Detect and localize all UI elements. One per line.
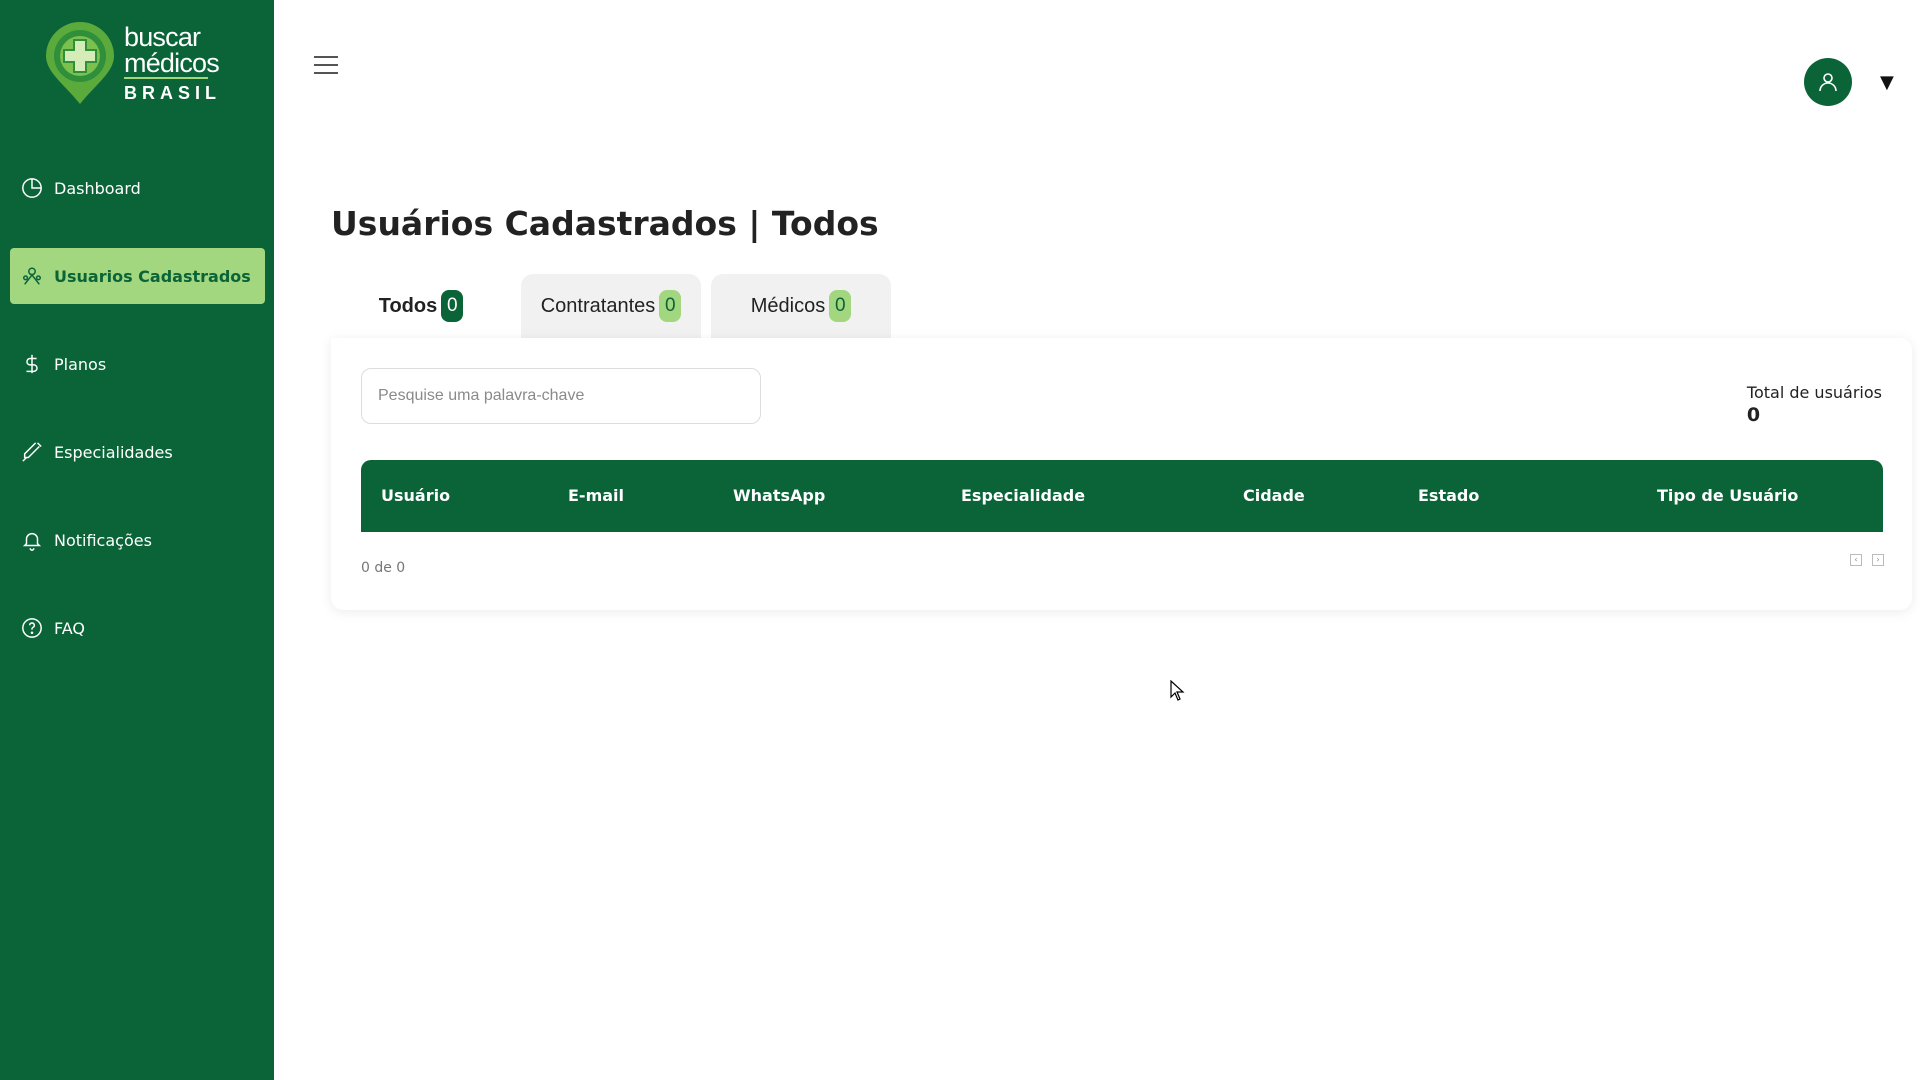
prev-page-icon[interactable]: ‹ — [1850, 554, 1862, 566]
pagination-count: 0 de 0 — [361, 560, 406, 576]
brand-line3: BRASIL — [124, 83, 221, 103]
tab-todos[interactable]: Todos 0 — [331, 274, 511, 338]
mouse-pointer-icon — [1170, 680, 1185, 701]
tab-label: Contratantes — [540, 294, 656, 317]
sidebar-item-label: Dashboard — [54, 178, 141, 198]
tab-count-badge: 0 — [829, 290, 852, 322]
sidebar-item-label: FAQ — [54, 618, 85, 638]
column-header-usuario[interactable]: Usuário — [381, 460, 450, 532]
tab-count-badge: 0 — [659, 290, 682, 322]
column-header-tipo-usuario[interactable]: Tipo de Usuário — [1657, 460, 1798, 532]
user-icon — [1819, 73, 1837, 92]
sidebar-item-notificacoes[interactable]: Notificações — [10, 512, 265, 568]
brand-wordmark: buscar médicos BRASIL — [124, 24, 221, 106]
chevron-down-icon[interactable]: ▼ — [1880, 72, 1894, 93]
total-users-label: Total de usuários — [1746, 383, 1882, 402]
pagination-controls: ‹ › — [1850, 554, 1884, 566]
brand-logo[interactable]: buscar médicos BRASIL — [44, 22, 244, 106]
sidebar-item-dashboard[interactable]: Dashboard — [10, 160, 265, 216]
sidebar-item-faq[interactable]: FAQ — [10, 600, 265, 656]
sidebar-item-label: Notificações — [54, 530, 152, 550]
brand-line2: médicos — [124, 48, 220, 78]
hamburger-icon[interactable] — [314, 56, 340, 76]
search-input[interactable] — [361, 368, 761, 424]
table-header: Usuário E-mail WhatsApp Especialidade Ci… — [361, 460, 1883, 532]
dollar-icon — [20, 352, 44, 376]
help-circle-icon — [20, 616, 44, 640]
total-users: Total de usuários 0 — [1747, 383, 1882, 426]
sidebar: buscar médicos BRASIL Dashboard Usuarios… — [0, 0, 274, 1080]
column-header-especialidade[interactable]: Especialidade — [961, 460, 1085, 532]
tab-label: Médicos — [750, 294, 826, 317]
tab-contratantes[interactable]: Contratantes 0 — [521, 274, 701, 338]
column-header-whatsapp[interactable]: WhatsApp — [733, 460, 825, 532]
sidebar-item-label: Planos — [54, 354, 107, 374]
bell-icon — [20, 528, 44, 552]
user-avatar-button[interactable] — [1804, 58, 1852, 106]
column-header-cidade[interactable]: Cidade — [1243, 460, 1305, 532]
sidebar-item-planos[interactable]: Planos — [10, 336, 265, 392]
tab-label: Todos — [378, 294, 438, 317]
sidebar-item-usuarios[interactable]: Usuarios Cadastrados — [10, 248, 265, 304]
tab-count-badge: 0 — [441, 290, 464, 322]
column-header-email[interactable]: E-mail — [568, 460, 624, 532]
brand-line1: buscar — [124, 22, 201, 52]
syringe-icon — [20, 440, 44, 464]
tab-medicos[interactable]: Médicos 0 — [711, 274, 891, 338]
users-card: Total de usuários 0 Usuário E-mail Whats… — [331, 338, 1912, 610]
total-users-value: 0 — [1746, 404, 1761, 426]
sidebar-item-label: Usuarios Cadastrados — [54, 266, 251, 286]
pie-chart-icon — [20, 176, 44, 200]
map-pin-cross-icon — [46, 22, 114, 104]
sidebar-item-label: Especialidades — [54, 442, 173, 462]
page-title: Usuários Cadastrados | Todos — [331, 204, 879, 243]
column-header-estado[interactable]: Estado — [1418, 460, 1479, 532]
next-page-icon[interactable]: › — [1872, 554, 1884, 566]
sidebar-item-especialidades[interactable]: Especialidades — [10, 424, 265, 480]
users-icon — [20, 264, 44, 288]
